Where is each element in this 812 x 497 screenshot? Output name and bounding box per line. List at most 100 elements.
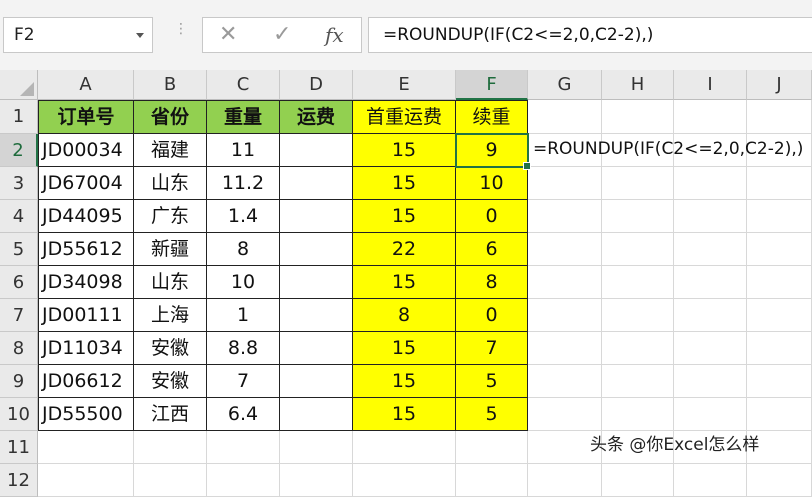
row-header-7[interactable]: 7 [0, 299, 38, 332]
cell-i5[interactable] [674, 233, 747, 266]
cell-b4[interactable]: 广东 [134, 200, 207, 233]
cell-h4[interactable] [602, 200, 674, 233]
cell-a11[interactable] [38, 431, 134, 464]
cell-d3[interactable] [280, 167, 353, 200]
cell-e5[interactable]: 22 [353, 233, 456, 266]
cell-i10[interactable] [674, 398, 747, 431]
cell-h12[interactable] [602, 464, 674, 497]
cell-f3[interactable]: 10 [456, 167, 528, 200]
cell-c2[interactable]: 11 [207, 134, 280, 167]
cell-c12[interactable] [207, 464, 280, 497]
cell-d2[interactable] [280, 134, 353, 167]
formula-input[interactable]: =ROUNDUP(IF(C2<=2,0,C2-2),) [368, 17, 812, 53]
cell-e2[interactable]: 15 [353, 134, 456, 167]
cell-e3[interactable]: 15 [353, 167, 456, 200]
header-cell-f[interactable]: 续重 [456, 100, 528, 134]
selected-cell-outline[interactable] [455, 133, 531, 170]
cell-d9[interactable] [280, 365, 353, 398]
cell-g3[interactable] [528, 167, 602, 200]
cell-h5[interactable] [602, 233, 674, 266]
select-all-corner[interactable] [0, 70, 38, 100]
cell-d12[interactable] [280, 464, 353, 497]
row-header-11[interactable]: 11 [0, 431, 38, 464]
cell-j4[interactable] [747, 200, 812, 233]
cell-f10[interactable]: 5 [456, 398, 528, 431]
cell-f4[interactable]: 0 [456, 200, 528, 233]
cell-f6[interactable]: 8 [456, 266, 528, 299]
cell-e10[interactable]: 15 [353, 398, 456, 431]
cell-a2[interactable]: JD00034 [38, 134, 134, 167]
cell-c9[interactable]: 7 [207, 365, 280, 398]
row-header-5[interactable]: 5 [0, 233, 38, 266]
cell-j10[interactable] [747, 398, 812, 431]
select-all-icon[interactable] [20, 82, 34, 96]
cell-f11[interactable] [456, 431, 528, 464]
drag-handle-icon[interactable]: ⋮ [174, 22, 188, 36]
cell-h1[interactable] [602, 100, 674, 134]
cell-d6[interactable] [280, 266, 353, 299]
cell-b7[interactable]: 上海 [134, 299, 207, 332]
cell-g1[interactable] [528, 100, 602, 134]
cell-j6[interactable] [747, 266, 812, 299]
cell-j7[interactable] [747, 299, 812, 332]
column-header-a[interactable]: A [38, 70, 134, 100]
cell-e11[interactable] [353, 431, 456, 464]
cell-j9[interactable] [747, 365, 812, 398]
cell-j3[interactable] [747, 167, 812, 200]
cell-d4[interactable] [280, 200, 353, 233]
cancel-icon[interactable]: ✕ [219, 22, 237, 47]
cell-g7[interactable] [528, 299, 602, 332]
cell-i9[interactable] [674, 365, 747, 398]
row-header-1[interactable]: 1 [0, 100, 38, 134]
cell-a8[interactable]: JD11034 [38, 332, 134, 365]
cell-h3[interactable] [602, 167, 674, 200]
cell-c4[interactable]: 1.4 [207, 200, 280, 233]
cell-d8[interactable] [280, 332, 353, 365]
header-cell-b[interactable]: 省份 [134, 100, 207, 134]
chevron-down-icon[interactable] [136, 33, 144, 38]
header-cell-e[interactable]: 首重运费 [353, 100, 456, 134]
cell-b6[interactable]: 山东 [134, 266, 207, 299]
cell-b12[interactable] [134, 464, 207, 497]
cell-d7[interactable] [280, 299, 353, 332]
cell-h7[interactable] [602, 299, 674, 332]
cell-e9[interactable]: 15 [353, 365, 456, 398]
cell-i1[interactable] [674, 100, 747, 134]
cell-a3[interactable]: JD67004 [38, 167, 134, 200]
row-header-6[interactable]: 6 [0, 266, 38, 299]
cell-d11[interactable] [280, 431, 353, 464]
cell-f8[interactable]: 7 [456, 332, 528, 365]
row-header-10[interactable]: 10 [0, 398, 38, 431]
cell-d10[interactable] [280, 398, 353, 431]
cell-i12[interactable] [674, 464, 747, 497]
cell-c3[interactable]: 11.2 [207, 167, 280, 200]
row-header-3[interactable]: 3 [0, 167, 38, 200]
cell-h6[interactable] [602, 266, 674, 299]
row-header-2[interactable]: 2 [0, 134, 38, 167]
cell-f7[interactable]: 0 [456, 299, 528, 332]
cell-i8[interactable] [674, 332, 747, 365]
enter-icon[interactable]: ✓ [273, 22, 291, 47]
column-header-c[interactable]: C [207, 70, 280, 100]
cell-c6[interactable]: 10 [207, 266, 280, 299]
cell-d5[interactable] [280, 233, 353, 266]
name-box[interactable]: F2 [3, 17, 153, 53]
cell-a7[interactable]: JD00111 [38, 299, 134, 332]
header-cell-c[interactable]: 重量 [207, 100, 280, 134]
cell-b3[interactable]: 山东 [134, 167, 207, 200]
cell-g9[interactable] [528, 365, 602, 398]
column-header-e[interactable]: E [353, 70, 456, 100]
row-header-9[interactable]: 9 [0, 365, 38, 398]
cell-c8[interactable]: 8.8 [207, 332, 280, 365]
row-header-12[interactable]: 12 [0, 464, 38, 497]
cell-h9[interactable] [602, 365, 674, 398]
header-cell-a[interactable]: 订单号 [38, 100, 134, 134]
cell-b8[interactable]: 安徽 [134, 332, 207, 365]
cell-j1[interactable] [747, 100, 812, 134]
cell-a9[interactable]: JD06612 [38, 365, 134, 398]
insert-function-icon[interactable]: fx [325, 23, 344, 47]
column-header-j[interactable]: J [747, 70, 812, 100]
cell-j5[interactable] [747, 233, 812, 266]
cell-j12[interactable] [747, 464, 812, 497]
cell-a10[interactable]: JD55500 [38, 398, 134, 431]
